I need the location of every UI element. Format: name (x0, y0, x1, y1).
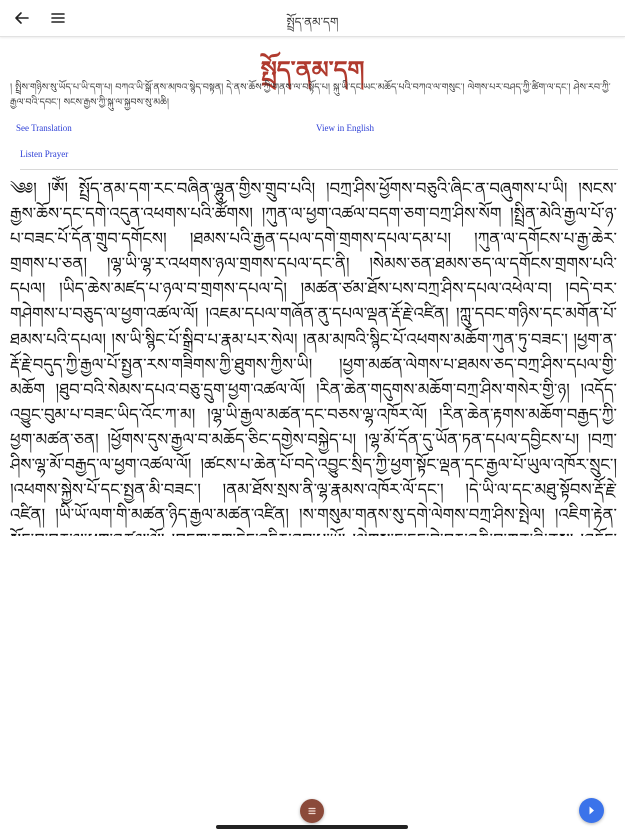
listen-prayer-link[interactable]: Listen Prayer (20, 149, 68, 159)
see-translation-link[interactable]: See Translation (16, 123, 72, 133)
prayer-subtitle: ། སྤྲིས་གཉིས་སུ་ཡོད་པ་ཡི་དག་པ། བཀའ་ཡི་སྒ… (10, 82, 611, 108)
list-icon (308, 807, 316, 815)
chevron-right-icon (589, 806, 594, 815)
view-in-english-link[interactable]: View in English (316, 123, 374, 133)
next-page-button[interactable] (579, 798, 604, 823)
app-title: སྤྲོད་ནམ་དག (286, 15, 339, 29)
prayer-text: ༄༅། །ཨོཾ། སྤྲོད་ནམ་དག་རང་བཞིན་ལྷུན་གྱིས་… (10, 179, 617, 536)
home-indicator (216, 825, 408, 829)
divider (20, 169, 618, 170)
app-bar: སྤྲོད་ནམ་དག (0, 0, 625, 37)
table-of-contents-button[interactable] (300, 799, 324, 823)
